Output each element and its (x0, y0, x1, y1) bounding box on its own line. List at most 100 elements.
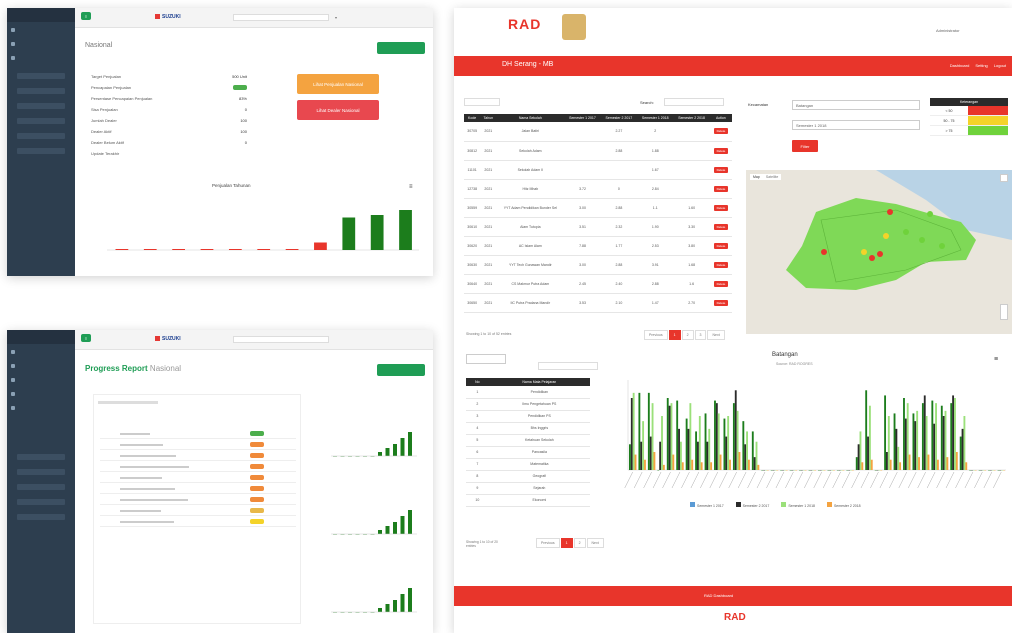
map-tab[interactable]: Map (750, 174, 763, 180)
table-row: 5 Ketahuan Sekolah (466, 434, 590, 447)
menu-toggle-button[interactable]: ≡ (81, 12, 91, 20)
logout-link[interactable]: Logout (994, 63, 1006, 68)
sidebar-item[interactable] (11, 38, 71, 50)
table-header-line (98, 401, 158, 404)
dashboard-link[interactable]: Dashboard (950, 63, 970, 68)
print-button[interactable] (377, 364, 425, 376)
page-button[interactable]: Next (707, 330, 725, 340)
semester-select[interactable]: Semester 1 2018 (792, 120, 920, 130)
bar (857, 444, 860, 470)
search-input[interactable] (664, 98, 724, 106)
x-tick-label (719, 471, 728, 489)
column-header[interactable]: Semester 2 2018 (673, 114, 710, 122)
map[interactable]: Map Satellite (746, 170, 1012, 334)
delete-button[interactable]: Delete (713, 280, 729, 287)
delete-button[interactable]: Delete (713, 128, 729, 135)
bar (867, 436, 869, 470)
page-button[interactable]: Next (586, 538, 604, 548)
delete-button[interactable]: Delete (713, 223, 729, 230)
delete-button[interactable]: Delete (713, 299, 729, 306)
sidebar-placeholder (17, 133, 65, 139)
sidebar-item[interactable] (11, 346, 71, 358)
bar (638, 392, 641, 470)
column-header[interactable]: Semester 1 2018 (637, 114, 674, 122)
sidebar-item[interactable] (11, 360, 71, 372)
print-button[interactable] (377, 42, 425, 54)
table-cell: 3.00 (564, 198, 601, 218)
table-row (100, 517, 296, 527)
chart-menu-icon[interactable]: ≡ (994, 356, 998, 363)
column-header[interactable]: Semester 2 2017 (600, 114, 638, 122)
legend-item[interactable]: Semester 2 2017 (735, 502, 769, 508)
table-cell: YYT Tech Gunawan Mandir (496, 255, 565, 275)
sidebar-item[interactable] (11, 52, 71, 64)
sidebar-item[interactable] (11, 388, 71, 400)
bar (933, 423, 936, 470)
column-header[interactable]: Semester 1 2017 (564, 114, 601, 122)
column-header[interactable]: No (466, 378, 489, 386)
column-header[interactable]: Tahun (480, 114, 497, 122)
bar (228, 249, 242, 250)
page-button[interactable]: Previous (644, 330, 668, 340)
column-header[interactable]: Action (709, 114, 732, 122)
brand-logo: SUZUKI (155, 14, 181, 20)
summary-value: 0 (244, 107, 247, 112)
title-banner: DH Serang - MB Dashboard Setting Logout (454, 56, 1012, 76)
legend-item[interactable]: Semester 1 2018 (781, 502, 815, 508)
bar (952, 395, 955, 470)
search-input[interactable] (538, 362, 598, 370)
menu-toggle-button[interactable]: ≡ (81, 334, 91, 342)
page-button[interactable]: 2 (681, 330, 694, 340)
delete-button[interactable]: Delete (713, 147, 729, 154)
top-link[interactable]: ▾ (335, 15, 337, 20)
setting-link[interactable]: Setting (975, 63, 987, 68)
summary-value: 500 Unit (232, 74, 247, 79)
user-menu[interactable]: Administrator (936, 28, 960, 33)
sidebar-item[interactable] (11, 402, 71, 414)
zoom-controls[interactable] (1000, 304, 1008, 320)
status-badge (250, 442, 264, 447)
row-text-line (120, 521, 174, 523)
sidebar-item[interactable] (11, 374, 71, 386)
bar (736, 410, 739, 470)
column-header[interactable]: Nama Sekolah (496, 114, 565, 122)
delete-button[interactable]: Delete (713, 242, 729, 249)
summary-value: 100 (240, 129, 247, 134)
table-cell: 2021 (480, 255, 497, 275)
x-tick-label (728, 471, 737, 489)
delete-button[interactable]: Delete (713, 261, 729, 268)
table-cell: 3.91 (637, 255, 674, 275)
view-sales-button[interactable]: Lihat Penjualan Nasional (297, 74, 379, 94)
legend-item[interactable]: Semester 2 2018 (826, 502, 861, 508)
entries-select[interactable] (466, 354, 506, 364)
table-cell: 2.45 (564, 274, 601, 294)
fullscreen-icon[interactable] (1000, 174, 1008, 182)
summary-label: Jumlah Dealer (91, 118, 117, 123)
district-select[interactable]: Batangan (792, 100, 920, 110)
view-dealers-button[interactable]: Lihat Dealer Nasional (297, 100, 379, 120)
table-cell: 3.30 (673, 217, 710, 237)
bar (393, 522, 397, 534)
satellite-tab[interactable]: Satellite (763, 174, 781, 180)
column-header[interactable]: Nama Mata Pelajaran (488, 378, 590, 386)
page-button[interactable]: 1 (560, 538, 573, 548)
delete-button[interactable]: Delete (713, 185, 729, 192)
table-cell: 30812 (464, 141, 481, 161)
sidebar-item[interactable] (11, 24, 71, 36)
search-input[interactable] (233, 336, 329, 343)
entries-select[interactable] (464, 98, 500, 106)
delete-button[interactable]: Delete (713, 166, 729, 173)
page-button[interactable]: Previous (536, 538, 560, 548)
page-button[interactable]: 2 (573, 538, 586, 548)
delete-button[interactable]: Delete (713, 204, 729, 211)
table-cell: 2021 (480, 198, 497, 218)
row-number: 9 (466, 482, 489, 495)
page-button[interactable]: 1 (668, 330, 681, 340)
chart-menu-icon[interactable]: ≡ (409, 184, 413, 190)
column-header[interactable]: Kode (464, 114, 481, 122)
filter-button[interactable]: Filter (792, 140, 818, 152)
subject-name: Sejarah (488, 482, 590, 495)
page-button[interactable]: 3 (694, 330, 707, 340)
search-input[interactable] (233, 14, 329, 21)
legend-item[interactable]: Semester 1 2017 (690, 502, 724, 508)
